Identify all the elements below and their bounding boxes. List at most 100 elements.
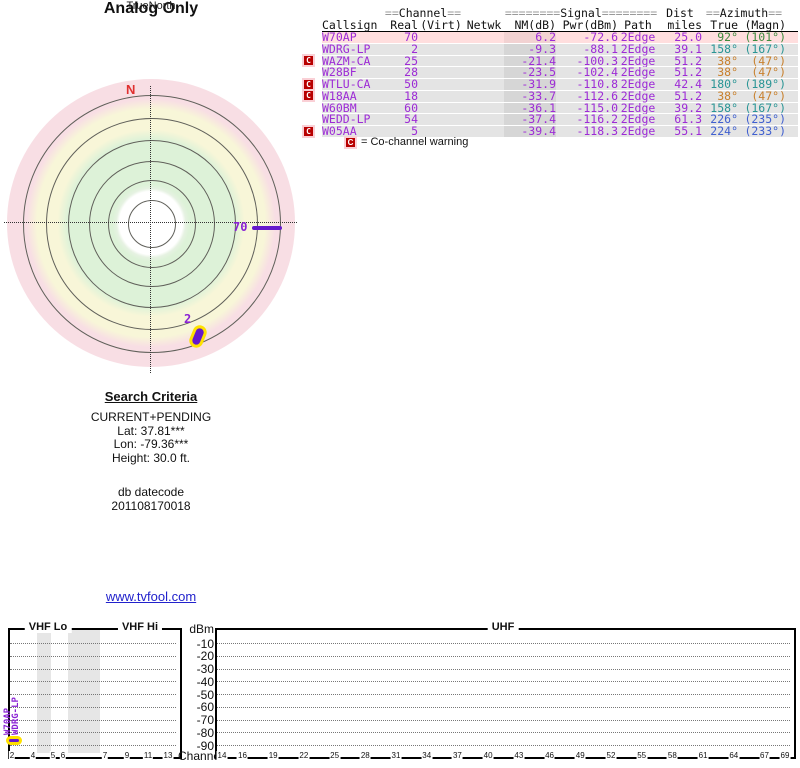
virtual-channel-cell xyxy=(418,67,464,78)
co-channel-badge: C xyxy=(304,126,313,136)
power-dbm-cell: -112.6 xyxy=(576,88,618,103)
channel-tick: 5 xyxy=(49,750,57,760)
channel-tick: 7 xyxy=(101,750,109,760)
network-cell xyxy=(464,91,504,102)
network-cell xyxy=(464,114,504,125)
path-cell: 2Edge xyxy=(620,124,656,138)
grid-line xyxy=(217,732,790,734)
channel-tick: 13 xyxy=(162,750,174,760)
nm-db-cell: -9.3 xyxy=(504,43,556,55)
channel-tick: 49 xyxy=(574,750,586,760)
real-channel-cell: 2 xyxy=(411,41,418,56)
network-cell xyxy=(464,126,504,137)
channel-tick: 43 xyxy=(513,750,525,760)
virtual-channel-cell xyxy=(418,103,464,114)
grid-line xyxy=(217,668,790,670)
channel-tick: 58 xyxy=(666,750,678,760)
network-cell xyxy=(464,79,504,90)
channel-tick: 61 xyxy=(697,750,709,760)
co-channel-legend-text: = Co-channel warning xyxy=(361,136,469,148)
callsign-cell: WDRG-LP xyxy=(322,41,371,56)
criteria-line: Lon: -79.36*** xyxy=(113,437,189,451)
radar-marker-channel-70-label: 70 xyxy=(233,220,248,234)
grid-line xyxy=(10,668,176,670)
network-cell xyxy=(464,44,504,55)
channel-tick: 14 xyxy=(216,750,228,760)
channel-tick: 6 xyxy=(59,750,67,760)
criteria-line: Height: 30.0 ft. xyxy=(111,450,191,465)
db-datecode: db datecode 201108170018 xyxy=(0,485,302,513)
station-table: ==Channel== ========Signal======== Dist ==A… xyxy=(300,7,798,138)
virtual-channel-cell xyxy=(418,79,464,90)
co-channel-legend: C = Co-channel warning xyxy=(346,136,468,148)
azimuth-true-cell: 38° xyxy=(717,88,738,103)
radar-orientation-label: TrueNorth xyxy=(126,0,176,12)
azimuth-true-cell: 224° xyxy=(710,124,738,138)
channel-tick: 31 xyxy=(390,750,402,760)
nm-db-cell: -33.7 xyxy=(504,90,556,102)
channel-tick: 19 xyxy=(267,750,279,760)
power-dbm-cell: -118.3 xyxy=(576,124,618,138)
co-channel-badge: C xyxy=(304,79,313,89)
azimuth-magnetic-cell: (167°) xyxy=(744,41,786,56)
grid-line xyxy=(10,643,176,644)
datecode-line: db datecode xyxy=(117,485,185,499)
nm-db-cell: -39.4 xyxy=(504,125,556,137)
virtual-channel-cell xyxy=(418,91,464,102)
channel-tick: 11 xyxy=(142,750,154,760)
tvfool-link-wrap: www.tvfool.com xyxy=(0,589,302,604)
grid-line xyxy=(10,706,176,708)
power-dbm-cell: -88.1 xyxy=(583,41,618,56)
miles-cell: 39.1 xyxy=(674,41,702,56)
channel-tick: 4 xyxy=(29,750,37,760)
grid-line xyxy=(10,655,176,657)
tvfool-report: Analog Only TrueNorth N 70 2 Search Crit… xyxy=(0,0,800,768)
virtual-channel-cell xyxy=(418,56,464,67)
co-channel-badge: C xyxy=(304,56,313,65)
north-label: N xyxy=(126,82,136,97)
channel-tick: 40 xyxy=(482,750,494,760)
spectrum-marker-wdrg-lp xyxy=(6,736,22,745)
grid-line xyxy=(217,706,790,708)
channel-tick: 37 xyxy=(451,750,463,760)
grid-line xyxy=(217,694,790,695)
grid-line xyxy=(10,719,176,721)
grid-line xyxy=(10,732,176,734)
channel-tick: 16 xyxy=(237,750,248,760)
path-cell: 2Edge xyxy=(620,41,656,56)
miles-cell: 55.1 xyxy=(674,124,702,138)
channel-axis-label: Channel xyxy=(178,749,223,763)
channel-tick: 55 xyxy=(636,750,648,760)
channel-tick: 25 xyxy=(329,750,341,760)
azimuth-true-cell: 158° xyxy=(710,41,738,56)
radar-marker-channel-70 xyxy=(252,226,282,230)
azimuth-magnetic-cell: (233°) xyxy=(744,124,786,138)
channel-tick: 9 xyxy=(123,750,131,760)
search-criteria-heading: Search Criteria xyxy=(104,389,198,404)
section-label-vhf-hi: VHF Hi xyxy=(117,621,163,633)
co-channel-badge: C xyxy=(304,91,313,101)
channel-tick: 69 xyxy=(779,750,791,760)
grid-line xyxy=(217,681,790,683)
channel-tick: 64 xyxy=(728,750,740,760)
channel-tick: 67 xyxy=(759,750,770,760)
vhf-gap-band xyxy=(37,630,51,753)
tvfool-link[interactable]: www.tvfool.com xyxy=(106,589,196,604)
virtual-channel-cell xyxy=(418,32,464,43)
grid-line xyxy=(217,643,790,644)
channel-tick: 28 xyxy=(359,750,371,760)
fm-gap-band xyxy=(68,630,100,753)
grid-line xyxy=(217,719,790,721)
azimuth-magnetic-cell: (47°) xyxy=(751,88,786,103)
channel-tick: 46 xyxy=(544,750,555,760)
grid-line xyxy=(10,681,176,683)
column-header: Netwk xyxy=(466,18,502,32)
dbm-unit-label: dBm xyxy=(189,622,214,636)
section-label-vhf-lo: VHF Lo xyxy=(24,621,72,633)
section-label-uhf: UHF xyxy=(487,621,519,633)
column-header: (Virt) xyxy=(420,18,462,32)
datecode-line: 201108170018 xyxy=(111,498,191,513)
real-channel-cell: 18 xyxy=(404,88,418,103)
network-cell xyxy=(464,56,504,67)
virtual-channel-cell xyxy=(418,114,464,125)
